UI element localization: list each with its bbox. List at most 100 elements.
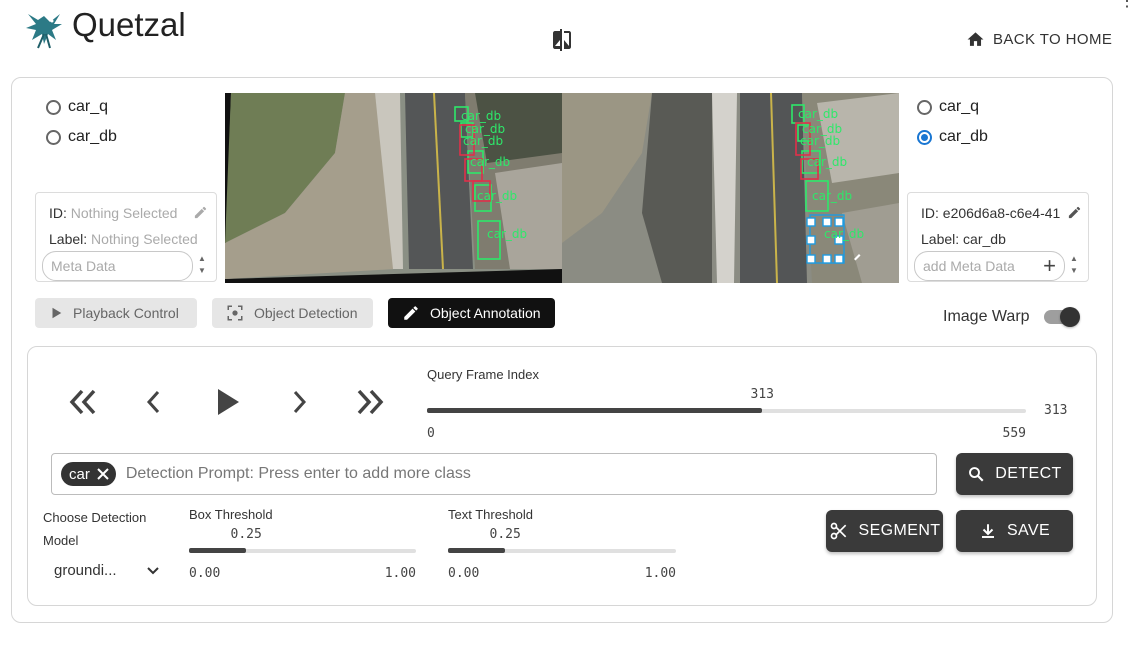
radio-icon[interactable] (46, 129, 61, 145)
download-icon (981, 524, 994, 538)
text-threshold-slider[interactable]: 0.25 0.00 1.00 (448, 526, 676, 582)
svg-text:car_db: car_db (477, 189, 517, 203)
save-button[interactable]: SAVE (956, 510, 1073, 552)
frame-slider-label: Query Frame Index (427, 367, 539, 382)
segment-label: SEGMENT (858, 522, 941, 539)
object-detection-label: Object Detection (254, 305, 358, 321)
detection-prompt-input[interactable]: car Detection Prompt: Press enter to add… (51, 453, 937, 495)
left-option-car-q[interactable]: car_q (46, 98, 117, 116)
box-threshold-value: 0.25 (230, 527, 262, 542)
right-option-car-db[interactable]: car_db (917, 128, 988, 146)
skip-forward-button[interactable] (350, 382, 390, 422)
svg-text:car_db: car_db (487, 227, 527, 241)
app-title: Quetzal (72, 6, 186, 43)
svg-text:car_db: car_db (798, 107, 838, 121)
double-chevron-right-icon (357, 389, 384, 415)
pencil-icon (404, 306, 418, 320)
label-label: Label: (921, 231, 960, 247)
slider-fill (427, 408, 762, 413)
class-chip[interactable]: car (61, 462, 116, 486)
image-warp-label: Image Warp (943, 308, 1030, 325)
segment-button[interactable]: SEGMENT (826, 510, 943, 552)
meta-placeholder: Meta Data (51, 258, 116, 274)
label-label: Label: (49, 231, 88, 247)
radio-icon[interactable] (917, 99, 932, 115)
model-label-line-1: Choose Detection (43, 510, 147, 525)
model-label-line-2: Model (43, 533, 79, 548)
spin-up-icon[interactable]: ▲ (1069, 253, 1079, 265)
left-meta-input[interactable]: Meta Data (42, 251, 193, 281)
left-option-car-db[interactable]: car_db (46, 128, 117, 146)
edit-pencil-icon[interactable] (1067, 205, 1082, 220)
left-id-row: ID: Nothing Selected (49, 205, 177, 221)
text-max-label: 1.00 (644, 566, 676, 581)
spin-down-icon[interactable]: ▼ (1069, 265, 1079, 277)
object-annotation-button[interactable]: Object Annotation (388, 298, 555, 328)
svg-text:car_db: car_db (824, 227, 864, 241)
right-meta-spinner[interactable]: ▲ ▼ (1069, 253, 1079, 277)
left-meta-spinner[interactable]: ▲ ▼ (197, 253, 207, 277)
query-image[interactable]: car_db car_db car_db car_db car_db car_d… (225, 93, 562, 283)
left-info-box: ID: Nothing Selected Label: Nothing Sele… (35, 192, 217, 282)
double-chevron-left-icon (69, 389, 96, 415)
scissors-icon (830, 522, 846, 540)
toggle-thumb[interactable] (1060, 307, 1080, 327)
add-icon[interactable]: + (1043, 255, 1056, 277)
text-threshold-value: 0.25 (489, 527, 521, 542)
box-threshold-label: Box Threshold (189, 507, 273, 522)
prompt-placeholder: Detection Prompt: Press enter to add mor… (125, 465, 471, 482)
option-label: car_q (939, 98, 980, 115)
right-radio-group: car_q car_db (917, 98, 988, 146)
skip-back-button[interactable] (63, 382, 103, 422)
svg-text:car_db: car_db (463, 134, 503, 148)
box-max-label: 1.00 (384, 566, 416, 581)
object-annotation-label: Object Annotation (430, 305, 541, 321)
playback-control-button[interactable]: Playback Control (35, 298, 197, 328)
svg-text:car_db: car_db (470, 155, 510, 169)
frame-index-slider[interactable]: 313 0 559 (427, 386, 1026, 441)
database-image[interactable]: car_db car_db car_db car_db car_db car_d… (562, 93, 899, 283)
left-radio-group: car_q car_db (46, 98, 117, 146)
slider-fill (189, 548, 246, 553)
detect-label: DETECT (995, 465, 1062, 482)
save-label: SAVE (1006, 522, 1051, 539)
radio-checked-icon[interactable] (917, 129, 932, 145)
chevron-down-icon (147, 566, 159, 574)
image-warp-toggle[interactable] (1042, 306, 1082, 328)
right-option-car-q[interactable]: car_q (917, 98, 988, 116)
model-select-value: groundi... (54, 562, 117, 579)
detect-button[interactable]: DETECT (956, 453, 1073, 495)
frame-min-label: 0 (427, 426, 435, 441)
frame-value-bubble: 313 (750, 387, 774, 402)
model-select-label: Choose Detection Model (43, 506, 146, 552)
slider-fill (448, 548, 505, 553)
spin-down-icon[interactable]: ▼ (197, 265, 207, 277)
step-forward-button[interactable] (279, 382, 319, 422)
model-select[interactable]: groundi... (54, 562, 160, 579)
focus-target-icon (227, 305, 243, 321)
image-comparison-view[interactable]: car_db car_db car_db car_db car_db car_d… (225, 93, 899, 283)
left-label-row: Label: Nothing Selected (49, 231, 198, 247)
play-button[interactable] (208, 382, 248, 422)
id-label: ID: (921, 205, 939, 221)
right-meta-input[interactable]: add Meta Data + (914, 251, 1065, 281)
home-icon (967, 32, 984, 46)
svg-text:car_db: car_db (807, 155, 847, 169)
more-menu-icon[interactable]: ⋮ (1119, 0, 1133, 10)
edit-pencil-icon[interactable] (193, 205, 208, 220)
option-label: car_q (68, 98, 109, 115)
radio-icon[interactable] (46, 99, 61, 115)
label-value: Nothing Selected (91, 231, 198, 247)
spin-up-icon[interactable]: ▲ (197, 253, 207, 265)
box-min-label: 0.00 (189, 566, 221, 581)
step-back-button[interactable] (134, 382, 174, 422)
object-detection-button[interactable]: Object Detection (212, 298, 373, 328)
right-info-box: ID: e206d6a8-c6e4-41 Label: car_db add M… (907, 192, 1089, 282)
close-icon[interactable] (96, 467, 110, 481)
back-to-home-link[interactable]: BACK TO HOME (966, 30, 1112, 49)
box-threshold-slider[interactable]: 0.25 0.00 1.00 (189, 526, 416, 582)
chevron-left-icon (146, 390, 160, 414)
quetzal-logo-icon (26, 14, 62, 49)
svg-text:car_db: car_db (461, 109, 501, 123)
compare-swap-icon[interactable] (550, 28, 574, 52)
